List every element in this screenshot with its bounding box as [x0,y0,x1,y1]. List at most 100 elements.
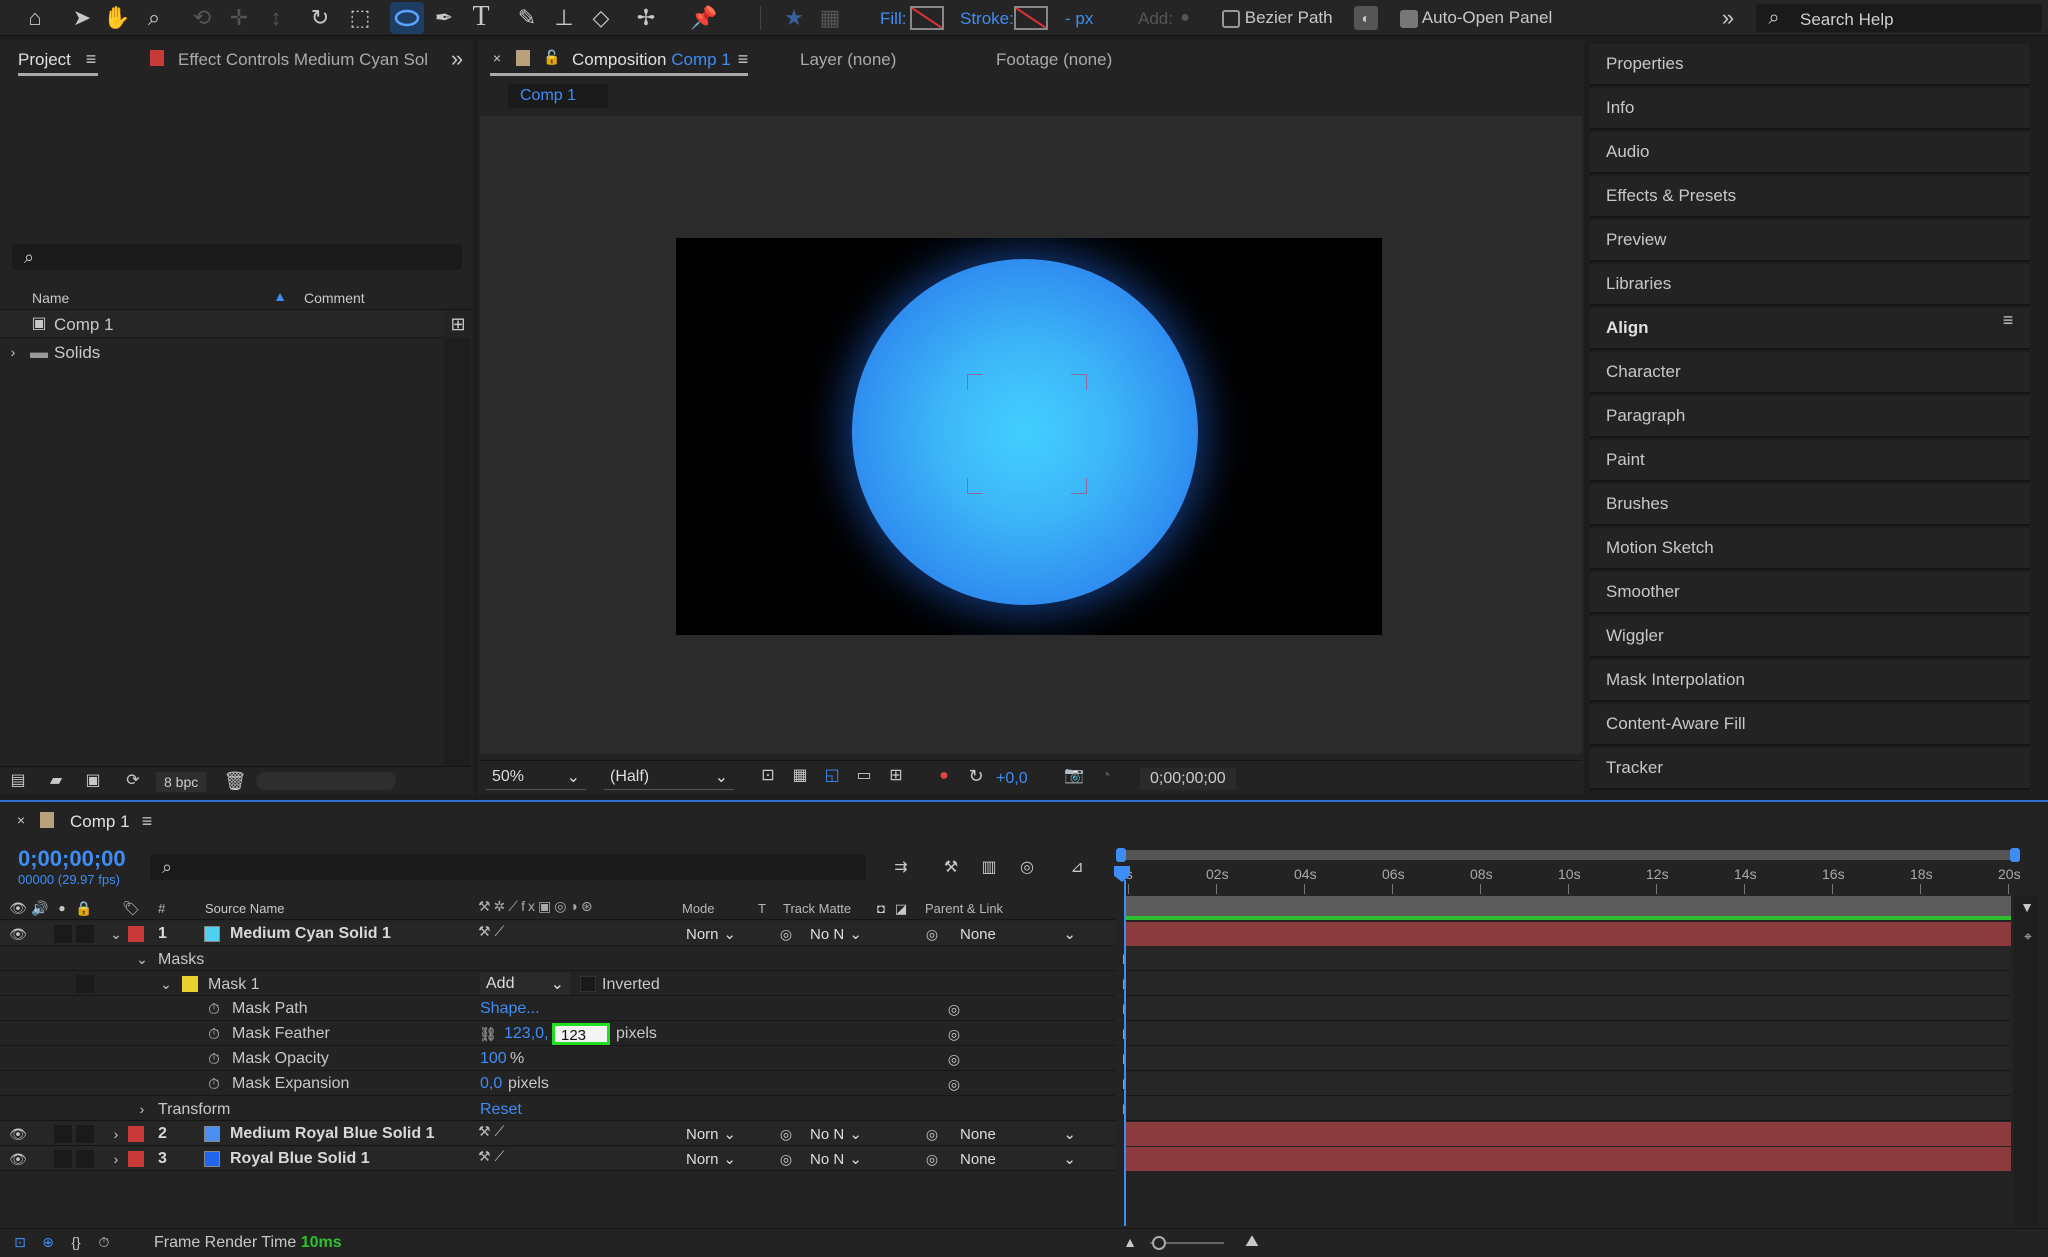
eye-icon[interactable]: 👁 [8,924,28,944]
panel-item-properties[interactable]: Properties [1590,44,2030,86]
track-matte-pickwhip-icon[interactable]: ◎ [776,1124,796,1144]
project-settings-icon[interactable]: ⟳ [120,770,146,792]
panel-item-motion-sketch[interactable]: Motion Sketch [1590,528,2030,570]
eye-icon[interactable]: 👁 [8,1149,28,1169]
timeline-search-input[interactable] [150,854,866,880]
column-track-matte[interactable]: Track Matte [783,901,851,916]
timeline-menu-icon[interactable]: ≡ [138,812,156,830]
constrain-link-icon[interactable]: ⛓ [478,1024,498,1044]
pan-tool-icon[interactable]: ✛ [225,4,253,32]
expand-chevron-icon[interactable]: › [108,1124,124,1144]
close-timeline-tab-icon[interactable]: × [14,812,28,828]
column-name[interactable]: Name [32,290,69,306]
layer-mode-dropdown[interactable]: Norn ⌄ [680,1148,742,1170]
solids-expand-chevron-icon[interactable]: › [6,344,20,360]
column-source-name[interactable]: Source Name [205,901,284,916]
panel-item-paint[interactable]: Paint [1590,440,2030,482]
layer-switches[interactable]: ⚒ ⟋ [478,1123,504,1140]
solo-icon[interactable]: ● [52,898,72,918]
column-parent-link[interactable]: Parent & Link [925,901,1003,916]
grid-guides-icon[interactable]: ⊞ [884,764,908,788]
panel-item-libraries[interactable]: Libraries [1590,264,2030,306]
bit-depth-button[interactable]: 8 bpc [156,772,207,792]
puppet-pin-tool-icon[interactable]: 📌 [690,4,718,32]
star-icon[interactable]: ★ [780,4,808,32]
layer-duration-bar[interactable] [1125,922,2011,946]
mask-mode-dropdown[interactable]: Add ⌄ [480,973,570,995]
layer-switches[interactable]: ⚒ ⟋ [478,1148,504,1165]
tab-project[interactable]: Project [18,50,71,70]
panel-item-tracker[interactable]: Tracker [1590,748,2030,790]
layer-label-color[interactable] [128,1126,144,1142]
track-matte-pickwhip-icon[interactable]: ◎ [776,924,796,944]
project-footer-scrollbar[interactable] [256,772,396,790]
parent-dropdown[interactable]: None ⌄ [954,1148,1082,1170]
comp-breadcrumb[interactable]: Comp 1 [508,84,608,108]
mask1-collapse-chevron-icon[interactable]: ⌄ [158,974,174,994]
solo-switch[interactable] [54,1150,72,1168]
panel-item-mask-interpolation[interactable]: Mask Interpolation [1590,660,2030,702]
work-area-end-handle[interactable] [2010,848,2020,862]
parent-dropdown[interactable]: None ⌄ [954,923,1082,945]
inverted-checkbox[interactable] [580,976,596,992]
layer-duration-bar[interactable] [1125,1122,2011,1146]
panel-item-align[interactable]: Align [1590,308,2030,350]
fast-previews-icon[interactable]: ⊡ [756,764,780,788]
panel-item-content-aware-fill[interactable]: Content-Aware Fill [1590,704,2030,746]
comp-marker-bin-icon[interactable]: ⌖ [2018,926,2038,946]
zoom-tool-icon[interactable]: ⌕ [140,4,168,32]
project-menu-icon[interactable]: ≡ [82,50,100,68]
mask-lock-switch[interactable] [76,975,94,993]
zoom-out-icon[interactable]: ▲ [1120,1232,1140,1252]
parent-pickwhip-icon[interactable]: ◎ [922,1124,942,1144]
video-visibility-icon[interactable]: 👁 [8,898,28,918]
add-dropdown-icon[interactable]: ● [1176,8,1194,28]
orbit-tool-icon[interactable]: ⟲ [188,4,216,32]
project-item-solids-label[interactable]: Solids [54,343,100,363]
search-help-field[interactable] [1756,4,2042,32]
resolution-dropdown[interactable]: (Half) ⌄ [604,764,734,790]
project-search-input[interactable] [12,244,462,270]
zoom-in-icon[interactable]: ⛰ [1240,1232,1264,1252]
property-value[interactable]: Shape... [480,1000,540,1018]
panel-item-audio[interactable]: Audio [1590,132,2030,174]
comp-canvas[interactable] [676,238,1382,635]
clone-stamp-tool-icon[interactable]: ⊥ [550,4,578,32]
layer-switches[interactable]: ⚒ ⟋ [478,923,504,940]
track-matte-dropdown[interactable]: No N ⌄ [804,1148,868,1170]
collapse-chevron-icon[interactable]: ⌄ [108,924,124,944]
panel-item-paragraph[interactable]: Paragraph [1590,396,2030,438]
work-area-bar[interactable] [1118,850,2018,860]
bezier-checkbox-box[interactable] [1222,9,1240,28]
zoom-dropdown[interactable]: 50% ⌄ [486,764,586,790]
panel-toggle-icon[interactable]: ◐ [1354,6,1378,30]
transform-expand-chevron-icon[interactable]: › [134,1099,150,1119]
selection-tool-icon[interactable]: ➤ [68,4,96,32]
timeline-zoom-thumb[interactable] [1152,1236,1166,1250]
lock-switch[interactable] [76,1125,94,1143]
modes-toggle-icon[interactable]: ⊕ [38,1232,58,1252]
grid-tool-icon[interactable]: ▦ [816,4,844,32]
expression-pickwhip-icon[interactable]: ◎ [944,1024,964,1044]
expand-chevron-icon[interactable]: › [108,1149,124,1169]
layer-row[interactable] [0,922,1115,946]
layer-label-color[interactable] [128,926,144,942]
panel-item-info[interactable]: Info [1590,88,2030,130]
hand-tool-icon[interactable]: ✋ [103,4,131,32]
close-tab-icon[interactable]: × [490,50,504,66]
dolly-tool-icon[interactable]: ↕ [262,4,290,32]
in-out-toggle-icon[interactable]: {} [66,1232,86,1252]
stopwatch-icon[interactable]: ⏱ [204,1024,224,1044]
sort-ascending-icon[interactable]: ▲ [270,288,290,304]
solo-switch[interactable] [54,925,72,943]
composition-flowchart-icon[interactable]: ⇉ [888,856,914,880]
lock-column-icon[interactable]: 🔒 [74,898,94,918]
panel-overflow-icon[interactable]: » [446,48,468,70]
interpret-footage-icon[interactable]: ▤ [6,770,30,792]
stroke-width[interactable]: - px [1065,9,1093,29]
stroke-swatch[interactable] [1014,6,1048,30]
column-comment[interactable]: Comment [304,290,365,306]
expression-pickwhip-icon[interactable]: ◎ [944,1049,964,1069]
transform-label[interactable]: Transform [158,1101,230,1119]
fill-swatch[interactable] [910,6,944,30]
